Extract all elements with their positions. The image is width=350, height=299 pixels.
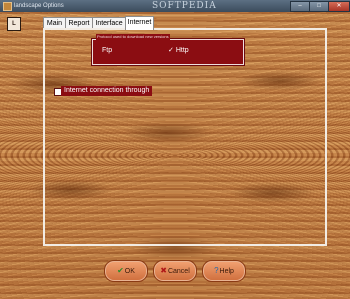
help-button[interactable]: ?Help <box>202 260 246 282</box>
cancel-button-label: Cancel <box>167 268 190 275</box>
maximize-icon: □ <box>317 3 321 9</box>
close-icon: ✕ <box>336 3 342 9</box>
title-bar[interactable]: landscape Options SOFTPEDIA – □ ✕ <box>0 0 350 12</box>
internet-connection-label: Internet connection through <box>61 86 153 96</box>
ok-button-label: OK <box>124 268 135 275</box>
protocol-option-http-label: Http <box>175 47 189 54</box>
app-icon <box>3 2 12 11</box>
protocol-option-ftp-label: Ftp <box>102 47 113 54</box>
close-button[interactable]: ✕ <box>328 1 350 12</box>
protocol-option-http[interactable]: ✓ Http <box>168 47 189 55</box>
check-icon: ✓ <box>168 47 174 54</box>
help-question-icon: ? <box>214 266 219 275</box>
help-button-label: Help <box>219 268 234 275</box>
protocol-group-label: Protocol used to download new versions <box>96 34 170 40</box>
tab-internet[interactable]: Internet <box>125 16 154 30</box>
protocol-option-ftp[interactable]: Ftp <box>102 47 112 55</box>
minimize-button[interactable]: – <box>290 1 310 12</box>
dialog-body: L Main Report Interface Internet Protoco… <box>0 12 350 299</box>
app-logo-icon: L <box>7 17 21 31</box>
maximize-button[interactable]: □ <box>309 1 329 12</box>
minimize-icon: – <box>298 3 302 9</box>
window-title: landscape Options <box>14 3 64 9</box>
cancel-button[interactable]: ✖Cancel <box>153 260 197 282</box>
watermark-text: SOFTPEDIA <box>152 1 217 11</box>
cancel-x-icon: ✖ <box>160 266 167 275</box>
options-window: landscape Options SOFTPEDIA – □ ✕ L Main… <box>0 0 350 299</box>
ok-button[interactable]: ✔OK <box>104 260 148 282</box>
ok-check-icon: ✔ <box>117 266 124 275</box>
